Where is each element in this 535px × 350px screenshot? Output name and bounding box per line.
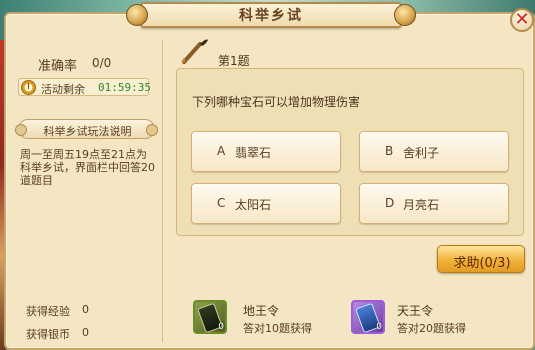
clock-icon bbox=[21, 80, 36, 95]
activity-timer: 活动剩余 01:59:35 bbox=[18, 78, 151, 96]
accuracy-label: 准确率 bbox=[38, 59, 78, 74]
exp-label: 获得经验 bbox=[26, 305, 70, 318]
timer-value: 01:59:35 bbox=[98, 81, 151, 94]
option-text: 舍利子 bbox=[403, 146, 440, 160]
silver-stat: 获得银币 0 bbox=[26, 326, 89, 342]
option-text: 翡翠石 bbox=[235, 146, 272, 160]
option-text: 太阳石 bbox=[235, 198, 272, 212]
reward-name: 地王令 bbox=[243, 304, 280, 318]
option-c[interactable]: C 太阳石 bbox=[191, 183, 341, 224]
close-button[interactable]: ✕ bbox=[510, 8, 534, 32]
option-d[interactable]: D 月亮石 bbox=[359, 183, 509, 224]
question-text: 下列哪种宝石可以增加物理伤害 bbox=[192, 95, 361, 109]
option-letter: D bbox=[385, 196, 395, 210]
rules-button-label: 科举乡试玩法说明 bbox=[43, 125, 132, 138]
reward-name: 天王令 bbox=[397, 304, 434, 318]
left-info-column: 准确率 0/0 活动剩余 01:59:35 科举乡试玩法说明 周一至周五19点至… bbox=[12, 35, 162, 347]
earth-token-icon[interactable]: 0 bbox=[193, 300, 227, 334]
help-button[interactable]: 求助(0/3) bbox=[437, 245, 525, 273]
silver-value: 0 bbox=[82, 326, 89, 339]
reward-count: 0 bbox=[218, 322, 224, 332]
close-icon: ✕ bbox=[514, 9, 530, 30]
rules-button[interactable]: 科举乡试玩法说明 bbox=[15, 119, 158, 139]
silver-label: 获得银币 bbox=[26, 328, 70, 341]
option-b[interactable]: B 舍利子 bbox=[359, 131, 509, 172]
timer-label: 活动剩余 bbox=[41, 83, 85, 96]
reward-desc: 答对20题获得 bbox=[397, 322, 466, 335]
heaven-token-icon[interactable]: 0 bbox=[351, 300, 385, 334]
accuracy-value: 0/0 bbox=[92, 56, 112, 70]
question-number: 第1题 bbox=[218, 54, 250, 68]
column-divider bbox=[162, 40, 163, 342]
brush-icon bbox=[182, 39, 208, 64]
reward-count: 0 bbox=[376, 322, 382, 332]
option-letter: A bbox=[217, 144, 226, 158]
option-a[interactable]: A 翡翠石 bbox=[191, 131, 341, 172]
reward-desc: 答对10题获得 bbox=[243, 322, 312, 335]
exp-value: 0 bbox=[82, 303, 89, 316]
exp-stat: 获得经验 0 bbox=[26, 303, 89, 319]
option-letter: C bbox=[217, 196, 226, 210]
dialog-title: 科举乡试 bbox=[239, 8, 303, 24]
dialog-title-plate: 科举乡试 bbox=[126, 0, 416, 30]
rules-description: 周一至周五19点至21点为科举乡试，界面栏中回答20道题目 bbox=[20, 148, 155, 187]
help-button-label: 求助(0/3) bbox=[453, 256, 511, 271]
option-letter: B bbox=[385, 144, 394, 158]
option-text: 月亮石 bbox=[403, 198, 440, 212]
